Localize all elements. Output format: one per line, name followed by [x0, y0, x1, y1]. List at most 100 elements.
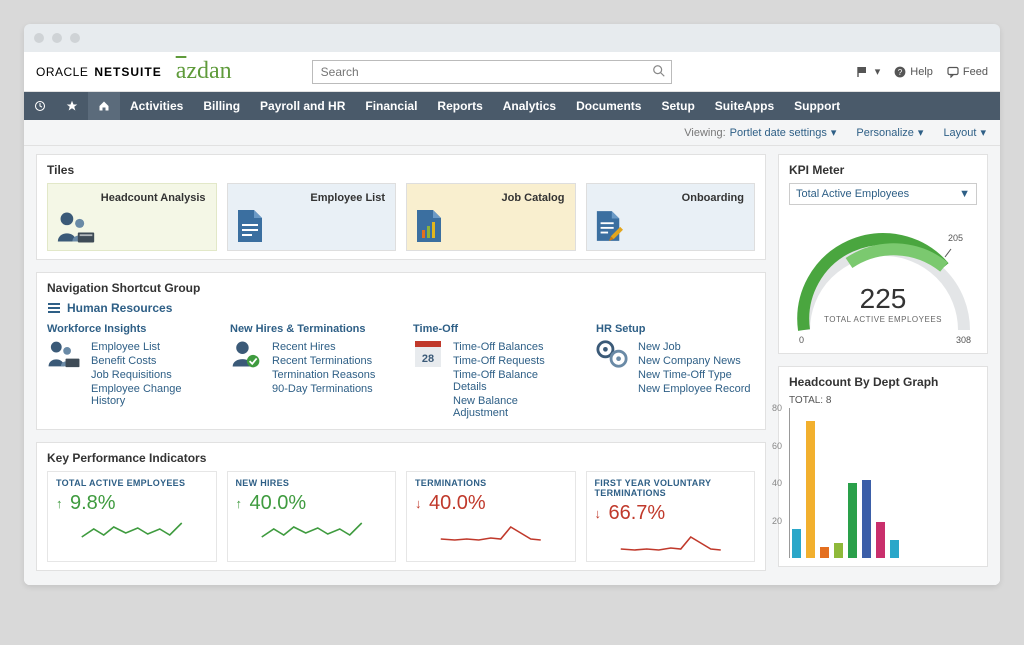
shortcut-link[interactable]: 90-Day Terminations — [268, 383, 375, 395]
kpi-card[interactable]: FIRST YEAR VOLUNTARY TERMINATIONS↓66.7% — [586, 471, 756, 562]
shortcut-col-title: Time-Off — [413, 323, 572, 335]
tiles-panel: Tiles Headcount Analysis Employee List — [36, 154, 766, 260]
help-icon: ? — [894, 66, 906, 78]
nav-item[interactable]: Support — [784, 92, 850, 120]
chart-document-icon — [415, 208, 443, 244]
feed-link[interactable]: Feed — [947, 66, 988, 78]
shortcut-col-title: Workforce Insights — [47, 323, 206, 335]
language-toggle[interactable]: ▾ — [857, 65, 881, 79]
window-titlebar — [24, 24, 1000, 52]
gauge-label: TOTAL ACTIVE EMPLOYEES — [789, 315, 977, 324]
bar[interactable] — [890, 540, 899, 558]
tiles-title: Tiles — [47, 163, 755, 177]
nav-item[interactable]: Activities — [120, 92, 193, 120]
kpi-card-title: TERMINATIONS — [415, 478, 567, 488]
chevron-down-icon: ▾ — [875, 65, 881, 78]
headcount-bar-chart: 80 60 40 20 — [789, 408, 977, 558]
help-label: Help — [910, 66, 933, 78]
topbar-right: ▾ ? Help Feed — [857, 65, 988, 79]
bar[interactable] — [820, 547, 829, 558]
app-root: ORACLE NETSUITE azdan ▾ ? Help Feed — [24, 52, 1000, 585]
shortcut-link[interactable]: New Employee Record — [634, 383, 751, 395]
kpi-card-title: FIRST YEAR VOLUNTARY TERMINATIONS — [595, 478, 747, 498]
window-dot — [52, 33, 62, 43]
shortcut-link[interactable]: Benefit Costs — [87, 355, 206, 367]
tile-job-catalog[interactable]: Job Catalog — [406, 183, 576, 251]
headcount-panel: Headcount By Dept Graph TOTAL: 8 80 60 4… — [778, 366, 988, 567]
tile-label: Employee List — [310, 192, 385, 204]
gauge: 205 225 TOTAL ACTIVE EMPLOYEES 0 308 — [789, 205, 977, 345]
window-dot — [34, 33, 44, 43]
arrow-up-icon: ↑ — [56, 496, 68, 511]
gauge-min: 0 — [799, 335, 804, 345]
search-input[interactable] — [312, 60, 672, 84]
shortcut-col-title: New Hires & Terminations — [230, 323, 389, 335]
nav-item[interactable]: Financial — [355, 92, 427, 120]
bar[interactable] — [848, 483, 857, 558]
chevron-down-icon: ▼ — [959, 188, 970, 200]
shortcut-link[interactable]: Time-Off Requests — [449, 355, 572, 367]
bar[interactable] — [792, 529, 801, 558]
shortcut-col-icon — [230, 339, 262, 397]
shortcut-column: New Hires & Terminations Recent Hires Rece… — [230, 323, 389, 421]
shortcut-column: Time-Off28Time-Off BalancesTime-Off Requ… — [413, 323, 572, 421]
shortcut-link[interactable]: Recent Terminations — [268, 355, 375, 367]
main-column: Tiles Headcount Analysis Employee List — [36, 154, 766, 571]
shortcut-link[interactable]: Time-Off Balances — [449, 341, 572, 353]
gauge-svg — [789, 205, 979, 345]
tile-headcount-analysis[interactable]: Headcount Analysis — [47, 183, 217, 251]
shortcut-link[interactable]: Employee List — [87, 341, 206, 353]
kpi-panel: Key Performance Indicators TOTAL ACTIVE … — [36, 442, 766, 571]
help-link[interactable]: ? Help — [894, 66, 933, 78]
nav-item[interactable]: Analytics — [493, 92, 566, 120]
nav-history-icon[interactable] — [24, 92, 56, 120]
shortcut-col-icon — [596, 339, 628, 397]
bar[interactable] — [834, 543, 843, 558]
kpi-card[interactable]: TERMINATIONS↓40.0% — [406, 471, 576, 562]
bar[interactable] — [806, 421, 815, 558]
shortcut-link[interactable]: Termination Reasons — [268, 369, 375, 381]
tile-employee-list[interactable]: Employee List — [227, 183, 397, 251]
search-icon — [652, 64, 666, 78]
navbar: ActivitiesBillingPayroll and HRFinancial… — [24, 92, 1000, 120]
layout-link[interactable]: Layout ▾ — [943, 126, 986, 139]
shortcut-section-label: Human Resources — [67, 301, 172, 315]
bar[interactable] — [876, 522, 885, 559]
nav-item[interactable]: Documents — [566, 92, 651, 120]
shortcut-columns: Workforce Insights Employee List Benefit C… — [47, 323, 755, 421]
document-icon — [236, 208, 264, 244]
viewing-selector[interactable]: Viewing: Portlet date settings ▾ — [684, 126, 836, 139]
bar[interactable] — [862, 480, 871, 558]
nav-item[interactable]: SuiteApps — [705, 92, 784, 120]
tile-onboarding[interactable]: Onboarding — [586, 183, 756, 251]
kpi-card[interactable]: TOTAL ACTIVE EMPLOYEES↑9.8% — [47, 471, 217, 562]
nav-star-icon[interactable] — [56, 92, 88, 120]
shortcut-link[interactable]: New Job — [634, 341, 751, 353]
shortcut-section[interactable]: Human Resources — [47, 301, 755, 315]
shortcut-link[interactable]: Employee Change History — [87, 383, 206, 407]
kpi-card[interactable]: NEW HIRES↑40.0% — [227, 471, 397, 562]
shortcut-link[interactable]: New Time-Off Type — [634, 369, 751, 381]
kpi-meter-panel: KPI Meter Total Active Employees ▼ 205 — [778, 154, 988, 354]
brand-oracle: ORACLE — [36, 65, 88, 79]
chat-icon — [947, 66, 959, 78]
shortcut-link[interactable]: New Balance Adjustment — [449, 395, 572, 419]
kpi-meter-select-value: Total Active Employees — [796, 188, 909, 200]
nav-item[interactable]: Payroll and HR — [250, 92, 355, 120]
shortcut-col-icon — [47, 339, 81, 409]
shortcut-link[interactable]: Job Requisitions — [87, 369, 206, 381]
shortcut-link[interactable]: Time-Off Balance Details — [449, 369, 572, 393]
shortcut-col-title: HR Setup — [596, 323, 755, 335]
content: Tiles Headcount Analysis Employee List — [24, 146, 1000, 585]
shortcut-panel: Navigation Shortcut Group Human Resource… — [36, 272, 766, 430]
shortcut-link[interactable]: New Company News — [634, 355, 751, 367]
nav-item[interactable]: Billing — [193, 92, 250, 120]
kpi-meter-select[interactable]: Total Active Employees ▼ — [789, 183, 977, 205]
people-icon — [56, 210, 96, 244]
nav-home-icon[interactable] — [88, 92, 120, 120]
nav-item[interactable]: Reports — [427, 92, 492, 120]
shortcut-title: Navigation Shortcut Group — [47, 281, 755, 295]
personalize-link[interactable]: Personalize ▾ — [856, 126, 923, 139]
nav-item[interactable]: Setup — [651, 92, 704, 120]
shortcut-link[interactable]: Recent Hires — [268, 341, 375, 353]
